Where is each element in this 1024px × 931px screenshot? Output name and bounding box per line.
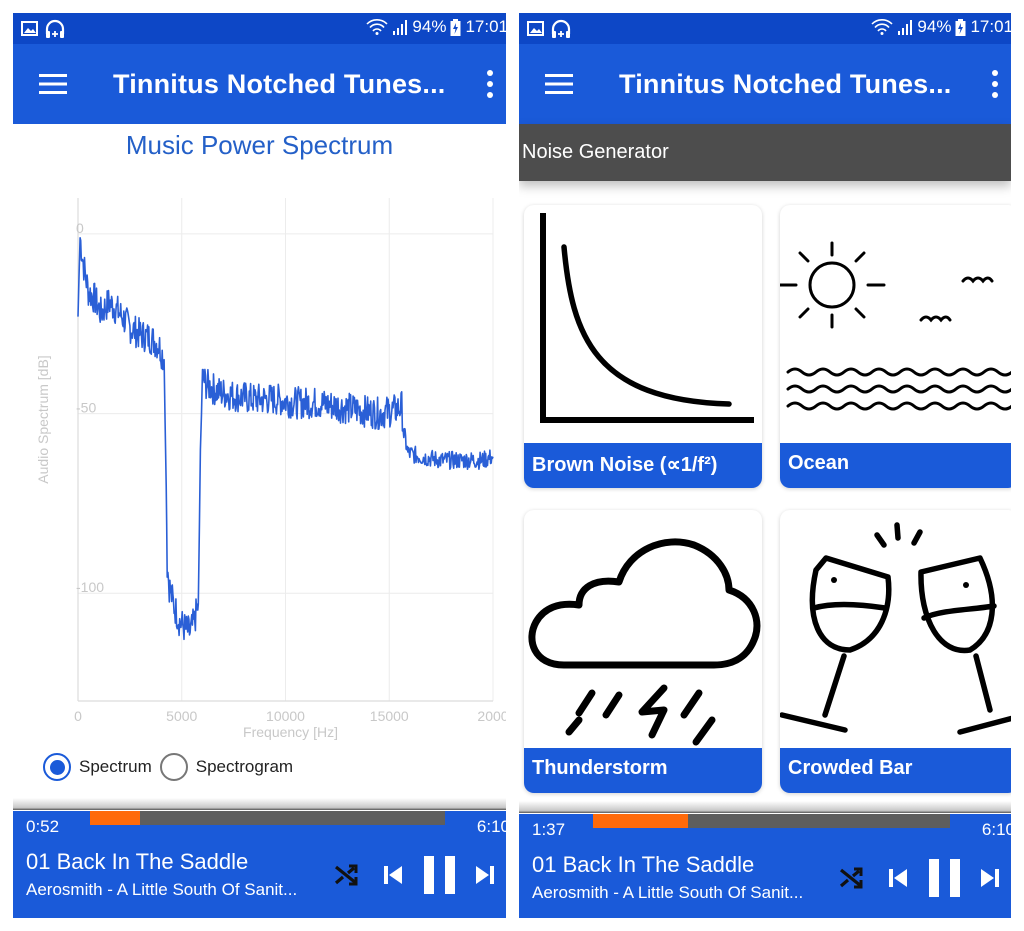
hamburger-menu-button[interactable] — [23, 54, 83, 114]
radio-spectrum[interactable]: Spectrum — [43, 753, 152, 781]
signal-icon — [898, 20, 913, 35]
headphones-notification-icon — [551, 19, 571, 38]
section-header: Noise Generator — [519, 124, 1011, 181]
brown-noise-curve-icon — [540, 213, 754, 423]
x-axis-label: Frequency [Hz] — [243, 724, 338, 740]
radio-button-indicator[interactable] — [159, 753, 188, 781]
x-tick-label: 5000 — [166, 708, 197, 724]
wifi-icon — [366, 19, 388, 35]
more-vert-icon — [487, 70, 493, 76]
clock: 17:01 — [970, 17, 1011, 36]
battery-percentage: 94% — [917, 17, 952, 36]
current-time: 0:52 — [26, 817, 60, 836]
status-bar: 94% 17:01 — [519, 13, 1011, 44]
shuffle-icon — [334, 864, 358, 886]
next-track-button[interactable] — [464, 855, 506, 895]
app-bar: Tinnitus Notched Tunes... — [519, 44, 1011, 124]
skip-previous-icon — [889, 869, 907, 887]
radio-spectrogram[interactable]: Spectrogram — [159, 753, 294, 781]
noise-card-ocean[interactable]: Ocean — [780, 205, 1011, 488]
song-title: 01 Back In The Saddle — [26, 849, 249, 874]
menu-icon — [545, 74, 573, 94]
wine-glasses-toast-icon — [780, 522, 1011, 735]
gallery-notification-icon — [21, 21, 38, 36]
mini-player: 1:37 6:10 01 Back In The Saddle Aerosmit… — [519, 814, 1011, 918]
more-vert-icon — [992, 70, 998, 76]
right-screen: 94% 17:01 Tinnitus Notched Tunes... Nois… — [519, 13, 1011, 918]
next-track-button[interactable] — [969, 858, 1011, 898]
noise-card-label: Brown Noise (∝1/f²) — [524, 443, 762, 488]
artist-album: Aerosmith - A Little South Of Sanit... — [532, 883, 804, 902]
radio-button-indicator[interactable] — [43, 753, 71, 781]
noise-card-label: Crowded Bar — [780, 748, 1011, 793]
pause-icon — [424, 856, 455, 894]
chart-grid — [78, 198, 494, 701]
seek-bar[interactable] — [90, 811, 445, 825]
thunderstorm-cloud-icon — [528, 538, 761, 746]
y-tick-label: 0 — [76, 220, 84, 236]
total-time: 6:10 — [981, 820, 1011, 839]
noise-card-brown-noise[interactable]: Brown Noise (∝1/f²) — [524, 205, 762, 488]
battery-charging-icon — [955, 18, 966, 36]
wifi-icon — [871, 19, 893, 35]
menu-icon — [39, 74, 67, 94]
shuffle-icon — [839, 867, 863, 889]
playback-controls — [324, 855, 506, 895]
headphones-notification-icon — [45, 19, 65, 38]
skip-previous-icon — [384, 866, 402, 884]
x-tick-label: 15000 — [370, 708, 409, 724]
x-tick-label: 10000 — [266, 708, 305, 724]
app-bar: Tinnitus Notched Tunes... — [13, 44, 506, 124]
artist-album: Aerosmith - A Little South Of Sanit... — [26, 880, 298, 899]
battery-charging-icon — [450, 18, 461, 36]
previous-track-button[interactable] — [875, 858, 921, 898]
playback-controls — [829, 858, 1011, 898]
pause-icon — [929, 859, 960, 897]
song-title: 01 Back In The Saddle — [532, 852, 755, 877]
player-shadow — [519, 801, 1011, 813]
spectrum-chart: 0 5000 10000 15000 20000-50-100 Frequency [H… — [35, 198, 506, 740]
seek-bar-progress — [593, 814, 688, 828]
y-axis-label: Audio Spectrum [dB] — [35, 355, 51, 483]
previous-track-button[interactable] — [370, 855, 416, 895]
hamburger-menu-button[interactable] — [529, 54, 589, 114]
noise-card-thunderstorm[interactable]: Thunderstorm — [524, 510, 762, 793]
ocean-sun-waves-icon — [780, 241, 1011, 411]
skip-next-icon — [981, 869, 999, 887]
current-time: 1:37 — [532, 820, 566, 839]
shuffle-button[interactable] — [324, 855, 370, 895]
y-tick-label: -100 — [76, 579, 104, 595]
left-screen: 94% 17:01 Tinnitus Notched Tunes... Musi… — [13, 13, 506, 918]
gallery-notification-icon — [527, 21, 544, 36]
x-tick-label: 0 — [74, 708, 82, 724]
player-shadow — [13, 798, 506, 810]
seek-bar-progress — [90, 811, 141, 825]
chart-ticks: 0 5000 10000 15000 20000-50-100 — [74, 220, 506, 724]
noise-card-label: Ocean — [780, 443, 1011, 488]
seek-bar[interactable] — [593, 814, 950, 828]
radio-spectrum-label: Spectrum — [79, 757, 152, 776]
pause-button[interactable] — [416, 855, 464, 895]
mini-player: 0:52 6:10 01 Back In The Saddle Aerosmit… — [13, 811, 506, 918]
app-title: Tinnitus Notched Tunes... — [619, 68, 952, 99]
noise-card-crowded-bar[interactable]: Crowded Bar — [780, 510, 1011, 793]
view-mode-radio-group: Spectrum Spectrogram — [43, 753, 301, 781]
more-options-button[interactable] — [985, 64, 1005, 104]
signal-icon — [393, 20, 408, 35]
shuffle-button[interactable] — [829, 858, 875, 898]
radio-spectrogram-label: Spectrogram — [195, 757, 294, 776]
y-tick-label: -50 — [76, 400, 96, 416]
skip-next-icon — [476, 866, 494, 884]
noise-generator-grid: Brown Noise (∝1/f²) Ocean Thunderstorm C… — [524, 205, 1011, 793]
pause-button[interactable] — [921, 858, 969, 898]
total-time: 6:10 — [476, 817, 506, 836]
battery-percentage: 94% — [412, 17, 447, 36]
more-options-button[interactable] — [480, 64, 500, 104]
x-tick-label: 2000 — [477, 708, 506, 724]
status-bar: 94% 17:01 — [13, 13, 506, 44]
clock: 17:01 — [465, 17, 506, 36]
app-title: Tinnitus Notched Tunes... — [113, 68, 446, 99]
noise-card-label: Thunderstorm — [524, 748, 762, 793]
